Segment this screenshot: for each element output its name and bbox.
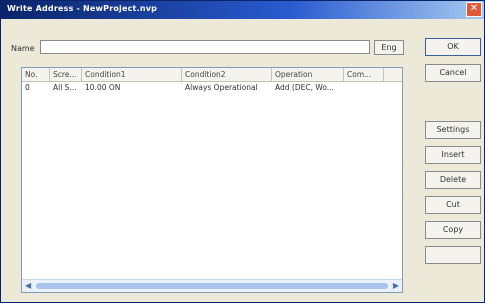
insert-button[interactable]: Insert xyxy=(425,146,481,164)
scroll-right-icon[interactable]: ▶ xyxy=(393,281,399,290)
cancel-button[interactable]: Cancel xyxy=(425,64,481,82)
cell-condition1: 10.00 ON xyxy=(85,83,121,92)
column-header[interactable]: Condition2 xyxy=(182,68,272,81)
cell-condition2: Always Operational xyxy=(185,83,258,92)
column-header[interactable]: No. xyxy=(22,68,50,81)
copy-button[interactable]: Copy xyxy=(425,221,481,239)
address-list[interactable]: No. Scre... Condition1 Condition2 Operat… xyxy=(21,67,403,293)
delete-button[interactable]: Delete xyxy=(425,171,481,189)
language-button[interactable]: Eng xyxy=(374,40,404,55)
name-input[interactable] xyxy=(40,40,370,54)
cell-screen: All S... xyxy=(53,83,77,92)
write-address-dialog: Write Address - NewProject.nvp ✕ Name En… xyxy=(0,0,485,303)
window-title: Write Address - NewProject.nvp xyxy=(7,4,158,13)
cell-no: 0 xyxy=(25,83,30,92)
cut-button[interactable]: Cut xyxy=(425,196,481,214)
ok-button[interactable]: OK xyxy=(425,38,481,56)
column-header[interactable]: Com... xyxy=(344,68,384,81)
close-icon: ✕ xyxy=(469,3,479,14)
horizontal-scrollbar[interactable]: ◀ ▶ xyxy=(22,279,402,292)
name-label: Name xyxy=(11,44,35,53)
extra-button[interactable] xyxy=(425,246,481,264)
scrollbar-thumb[interactable] xyxy=(36,283,388,289)
column-header[interactable]: Scre... xyxy=(50,68,82,81)
title-bar: Write Address - NewProject.nvp ✕ xyxy=(1,1,484,19)
cell-operation: Add (DEC, Wo... xyxy=(275,83,334,92)
list-header: No. Scre... Condition1 Condition2 Operat… xyxy=(22,68,402,82)
scroll-left-icon[interactable]: ◀ xyxy=(25,281,31,290)
settings-button[interactable]: Settings xyxy=(425,121,481,139)
column-header[interactable]: Condition1 xyxy=(82,68,182,81)
column-header[interactable]: Operation xyxy=(272,68,344,81)
close-button[interactable]: ✕ xyxy=(466,2,482,17)
table-row[interactable]: 0 All S... 10.00 ON Always Operational A… xyxy=(22,82,402,93)
